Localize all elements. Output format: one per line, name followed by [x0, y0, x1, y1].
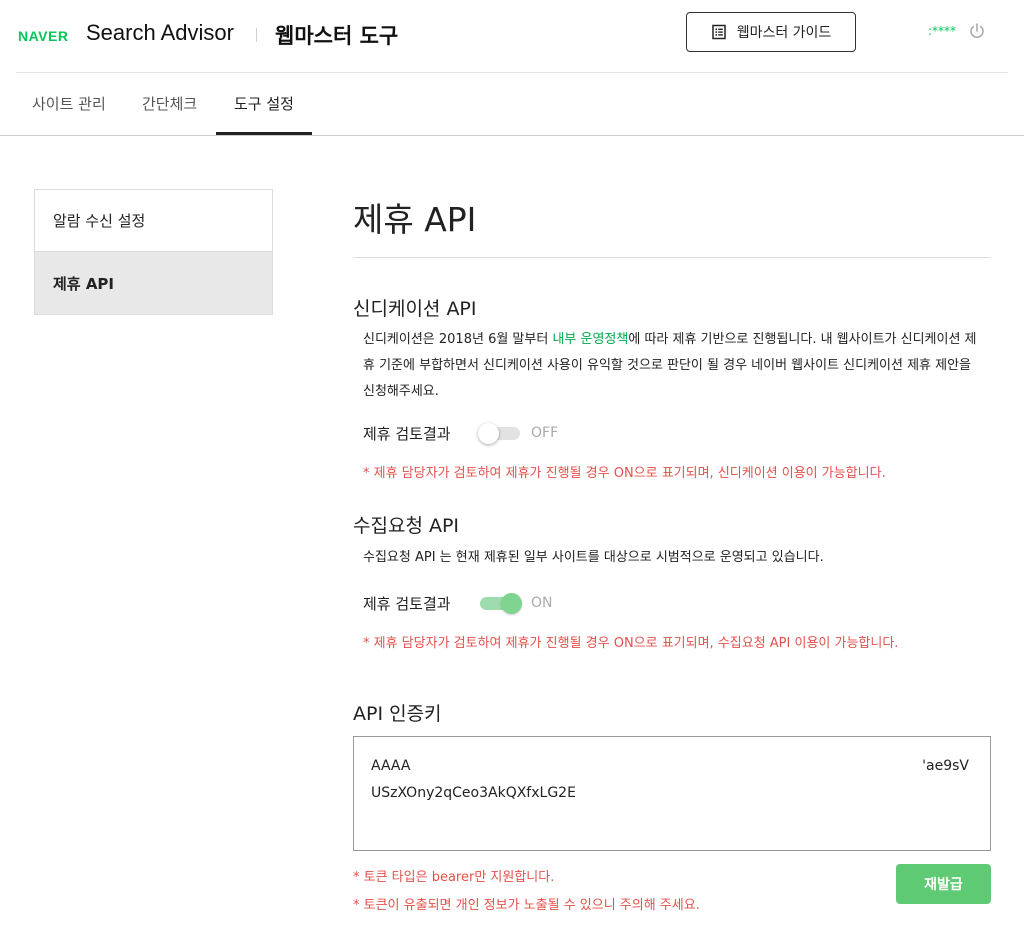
brand-name[interactable]: Search Advisor [86, 20, 234, 46]
toggle-knob [478, 423, 499, 444]
token-leak-note: * 토큰이 유출되면 개인 정보가 노출될 수 있으니 주의해 주세요. [353, 898, 700, 913]
logout-power-icon[interactable] [968, 22, 986, 44]
header: NAVER Search Advisor 웹마스터 도구 웹마스터 가이드 :*… [0, 0, 1024, 72]
side-menu-item-label: 알람 수신 설정 [53, 212, 146, 230]
api-key-box[interactable]: AAAA 'ae9sV USzXOny2qCeo3AkQXfxLG2E [353, 736, 991, 851]
side-menu: 알람 수신 설정 제휴 API [34, 189, 273, 315]
crawl-request-api-title: 수집요청 API [353, 515, 460, 537]
tab-simple-check[interactable]: 간단체크 [142, 93, 197, 114]
side-menu-item-label: 제휴 API [53, 274, 115, 293]
syndication-description: 신디케이션은 2018년 6월 말부터 내부 운영정책에 따라 제휴 기반으로 … [363, 327, 983, 405]
syndication-review-label: 제휴 검토결과 [363, 424, 451, 443]
syndication-review-row: 제휴 검토결과 OFF [363, 421, 558, 445]
api-key-line2: USzXOny2qCeo3AkQXfxLG2E [371, 785, 576, 801]
internal-policy-link[interactable]: 내부 운영정책 [552, 332, 628, 347]
side-menu-item-alarm-settings[interactable]: 알람 수신 설정 [35, 190, 272, 252]
api-key-title: API 인증키 [353, 703, 442, 725]
webmaster-guide-label: 웹마스터 가이드 [736, 25, 832, 41]
crawl-review-row: 제휴 검토결과 ON [363, 591, 553, 615]
top-tabs: 사이트 관리 간단체크 도구 설정 [0, 73, 1024, 135]
page-app-title[interactable]: 웹마스터 도구 [275, 20, 398, 50]
reissue-button[interactable]: 재발급 [896, 864, 991, 904]
token-type-note: * 토큰 타입은 bearer만 지원합니다. [353, 870, 555, 885]
crawl-request-description: 수집요청 API 는 현재 제휴된 일부 사이트를 대상으로 시범적으로 운영되… [363, 550, 824, 565]
page-title: 제휴 API [353, 200, 477, 239]
syndication-review-state: OFF [531, 425, 559, 441]
list-doc-icon [711, 24, 727, 40]
crawl-review-state: ON [531, 595, 553, 611]
crawl-note: * 제휴 담당자가 검토하여 제휴가 진행될 경우 ON으로 표기되며, 수집요… [363, 636, 899, 651]
crawl-review-toggle[interactable] [478, 592, 522, 614]
crawl-review-label: 제휴 검토결과 [363, 594, 451, 613]
user-id[interactable]: :**** [928, 24, 956, 38]
naver-logo[interactable]: NAVER [18, 28, 68, 44]
toggle-knob [501, 593, 522, 614]
tabs-divider-line [0, 135, 1024, 136]
title-divider-line [353, 257, 991, 258]
syndication-review-toggle[interactable] [478, 422, 522, 444]
syndication-desc-text: 신디케이션은 2018년 6월 말부터 [363, 332, 553, 347]
header-divider [256, 28, 257, 42]
api-key-line1-right: 'ae9sV [922, 758, 969, 774]
api-key-line1-left: AAAA [371, 758, 411, 774]
side-menu-item-partner-api[interactable]: 제휴 API [35, 252, 272, 314]
syndication-note: * 제휴 담당자가 검토하여 제휴가 진행될 경우 ON으로 표기되며, 신디케… [363, 466, 886, 481]
webmaster-guide-button[interactable]: 웹마스터 가이드 [686, 12, 856, 52]
tab-site-management[interactable]: 사이트 관리 [32, 93, 106, 114]
syndication-api-title: 신디케이션 API [353, 298, 477, 320]
tab-tool-settings[interactable]: 도구 설정 [234, 93, 294, 114]
